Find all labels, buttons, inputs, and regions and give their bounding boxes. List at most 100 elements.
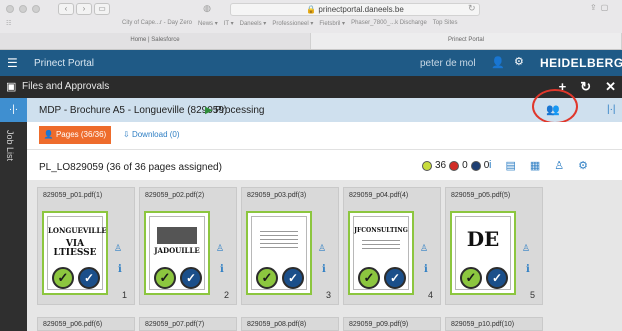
page-card[interactable]: 829059_p07.pdf(7) bbox=[139, 317, 237, 331]
url-bar[interactable]: 🔒 prinectportal.daneels.be bbox=[230, 3, 480, 16]
job-list-label[interactable]: Job List bbox=[5, 130, 15, 161]
back-icon[interactable]: ‹ bbox=[58, 3, 74, 15]
page-card[interactable]: 829059_p04.pdf(4) JFCONSULTING ✓ ✓ ♙ i 4 bbox=[343, 187, 441, 305]
info-icon[interactable]: i bbox=[526, 264, 530, 275]
page-card[interactable]: 829059_p06.pdf(6) bbox=[37, 317, 135, 331]
app-header: ☰ Prinect Portal peter de mol 👤 ⚙ HEIDEL… bbox=[0, 50, 622, 76]
page-number: 5 bbox=[530, 290, 536, 300]
page-number: 3 bbox=[326, 290, 332, 300]
info-icon[interactable]: i bbox=[489, 159, 491, 172]
page-thumbnail[interactable]: LONGUEVILLE VIA LTIESSE ✓ ✓ bbox=[42, 211, 108, 295]
bookmarks-bar: ☷ City of Cape...r - Day Zero News ▾ IT … bbox=[0, 20, 622, 30]
download-icon: ⇩ bbox=[123, 130, 130, 139]
page-card[interactable]: 829059_p05.pdf(5) DE ✓ ✓ ♙ i 5 bbox=[445, 187, 543, 305]
close-icon[interactable]: ✕ bbox=[605, 79, 616, 95]
tab-pages[interactable]: 👤 Pages (36/36) bbox=[39, 126, 111, 144]
gear-icon[interactable]: ⚙ bbox=[514, 55, 524, 68]
bookmark-item[interactable]: Fietsbril ▾ bbox=[319, 20, 345, 27]
tab-download[interactable]: ⇩ Download (0) bbox=[123, 130, 180, 139]
page-filename: 829059_p10.pdf(10) bbox=[451, 321, 515, 328]
page-card[interactable]: 829059_p02.pdf(2) JADOUILLE ✓ ✓ ♙ i 2 bbox=[139, 187, 237, 305]
info-icon[interactable]: i bbox=[118, 264, 122, 275]
assign-icon[interactable]: ♙ bbox=[554, 159, 564, 172]
browser-tab-active[interactable]: Prinect Portal bbox=[311, 33, 622, 49]
assign-icon[interactable]: ♙ bbox=[114, 243, 122, 254]
pending-dot-icon bbox=[470, 160, 481, 171]
page-thumbnail[interactable]: ✓ ✓ bbox=[246, 211, 312, 295]
assign-icon[interactable]: ♙ bbox=[318, 243, 326, 254]
panel-toggle-icon[interactable]: |·| bbox=[607, 104, 616, 115]
approved-dot-icon bbox=[422, 160, 432, 171]
approve-check-icon[interactable]: ✓ bbox=[358, 267, 380, 289]
document-icon[interactable]: ▤ bbox=[505, 159, 515, 172]
page-filename: 829059_p08.pdf(8) bbox=[247, 321, 307, 328]
info-icon[interactable]: i bbox=[322, 264, 326, 275]
approve-check-blue-icon[interactable]: ✓ bbox=[282, 267, 304, 289]
assign-icon[interactable]: ♙ bbox=[420, 243, 428, 254]
privacy-icon[interactable]: ◍ bbox=[200, 3, 214, 15]
window-controls[interactable] bbox=[6, 5, 40, 13]
page-filename: 829059_p06.pdf(6) bbox=[43, 321, 103, 328]
page-grid: 829059_p01.pdf(1) LONGUEVILLE VIA LTIESS… bbox=[27, 180, 622, 331]
bookmark-item[interactable]: Professioneel ▾ bbox=[272, 20, 313, 27]
rejected-count: 0 bbox=[462, 160, 468, 171]
bookmark-item[interactable]: Phaser_7800_...k Discharge bbox=[351, 20, 427, 27]
page-filename: 829059_p02.pdf(2) bbox=[145, 192, 205, 199]
assign-icon[interactable]: ♙ bbox=[522, 243, 530, 254]
page-card[interactable]: 829059_p09.pdf(9) bbox=[343, 317, 441, 331]
hamburger-icon[interactable]: ☰ bbox=[7, 56, 18, 70]
content-tabs: 👤 Pages (36/36) ⇩ Download (0) bbox=[27, 122, 622, 150]
browser-tab[interactable]: Home | Salesforce bbox=[0, 33, 311, 49]
assign-icon[interactable]: ♙ bbox=[216, 243, 224, 254]
assign-users-icon[interactable]: 👥 bbox=[546, 103, 560, 116]
bookmark-item[interactable]: News ▾ bbox=[198, 20, 218, 27]
user-icon: 👤 bbox=[43, 130, 54, 139]
page-card[interactable]: 829059_p10.pdf(10) bbox=[445, 317, 543, 331]
settings-icon[interactable]: ⚙ bbox=[578, 159, 588, 172]
forward-icon[interactable]: › bbox=[76, 3, 92, 15]
job-status: Processing bbox=[215, 105, 265, 116]
refresh-icon[interactable]: ↻ bbox=[580, 79, 591, 95]
share-icons[interactable]: ⇪ ▢ bbox=[590, 3, 608, 12]
collapse-icon[interactable]: ·|· bbox=[0, 98, 27, 122]
job-header: MDP - Brochure A5 - Longueville (829059)… bbox=[27, 98, 622, 122]
approve-check-blue-icon[interactable]: ✓ bbox=[78, 267, 100, 289]
page-thumbnail[interactable]: DE ✓ ✓ bbox=[450, 211, 516, 295]
page-thumbnail[interactable]: JADOUILLE ✓ ✓ bbox=[144, 211, 210, 295]
approve-check-blue-icon[interactable]: ✓ bbox=[180, 267, 202, 289]
page-card[interactable]: 829059_p08.pdf(8) bbox=[241, 317, 339, 331]
bookmark-item[interactable]: IT ▾ bbox=[224, 20, 234, 27]
plus-icon[interactable]: + bbox=[559, 79, 567, 95]
tabs-icon: ▢ bbox=[600, 3, 609, 12]
browser-nav[interactable]: ‹ › ▭ bbox=[58, 3, 110, 15]
reload-icon[interactable]: ↻ bbox=[468, 3, 476, 14]
section-header: ▣ Files and Approvals + ↻ ✕ bbox=[0, 76, 622, 98]
approve-check-blue-icon[interactable]: ✓ bbox=[486, 267, 508, 289]
page-card[interactable]: 829059_p03.pdf(3) ✓ ✓ ♙ i 3 bbox=[241, 187, 339, 305]
share-icon: ⇪ bbox=[590, 3, 597, 12]
page-card[interactable]: 829059_p01.pdf(1) LONGUEVILLE VIA LTIESS… bbox=[37, 187, 135, 305]
page-filename: 829059_p04.pdf(4) bbox=[349, 192, 409, 199]
user-icon[interactable]: 👤 bbox=[491, 56, 505, 69]
sidebar-toggle-icon[interactable]: ▭ bbox=[94, 3, 110, 15]
page-thumbnail[interactable]: JFCONSULTING ✓ ✓ bbox=[348, 211, 414, 295]
app-title: Prinect Portal bbox=[34, 58, 95, 69]
approve-check-icon[interactable]: ✓ bbox=[460, 267, 482, 289]
approve-check-blue-icon[interactable]: ✓ bbox=[384, 267, 406, 289]
approve-check-icon[interactable]: ✓ bbox=[52, 267, 74, 289]
approve-check-icon[interactable]: ✓ bbox=[256, 267, 278, 289]
bookmarks-menu-icon[interactable]: ☷ bbox=[6, 20, 11, 27]
info-icon[interactable]: i bbox=[220, 264, 224, 275]
bookmark-item[interactable]: Daneels ▾ bbox=[240, 20, 267, 27]
toolbar: i ▤ ▦ ♙ ⚙ bbox=[489, 159, 588, 172]
bookmark-item[interactable]: City of Cape...r - Day Zero bbox=[122, 20, 192, 27]
thumb-text: DE bbox=[466, 227, 500, 251]
section-title: Files and Approvals bbox=[22, 81, 110, 92]
approve-check-icon[interactable]: ✓ bbox=[154, 267, 176, 289]
list-icon[interactable]: ▦ bbox=[530, 159, 540, 172]
bookmark-item[interactable]: Top Sites bbox=[433, 20, 458, 27]
status-counts: 36 0 0 bbox=[422, 160, 489, 171]
assignment-summary: PL_LO829059 (36 of 36 pages assigned) bbox=[39, 162, 222, 173]
thumb-text: JFCONSULTING bbox=[354, 227, 408, 234]
info-icon[interactable]: i bbox=[424, 264, 428, 275]
